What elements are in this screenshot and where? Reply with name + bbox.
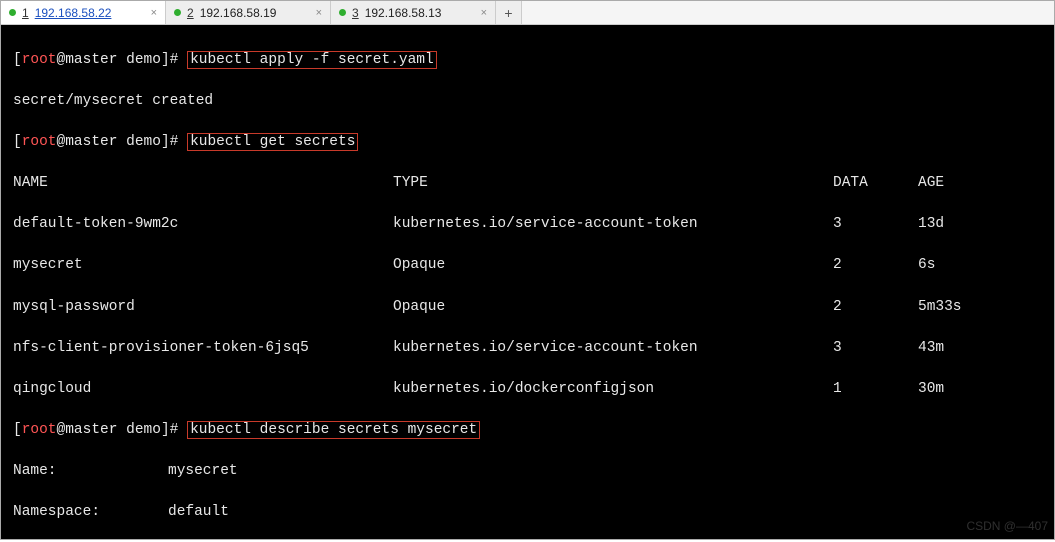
prompt-host: master: [65, 52, 117, 68]
close-icon[interactable]: ×: [316, 7, 322, 19]
prompt-at: @: [57, 52, 66, 68]
describe-name: Name:mysecret: [13, 461, 1048, 482]
tab-3[interactable]: 3 192.168.58.13 ×: [331, 1, 496, 24]
close-icon[interactable]: ×: [481, 7, 487, 19]
close-icon[interactable]: ×: [151, 7, 157, 19]
tab-label: 192.168.58.13: [365, 6, 442, 20]
status-dot-icon: [174, 9, 181, 16]
prompt-user: root: [22, 52, 57, 68]
terminal-body[interactable]: [root@master demo]# kubectl apply -f sec…: [1, 25, 1054, 539]
tab-label: 192.168.58.22: [35, 6, 112, 20]
cmd-describe: kubectl describe secrets mysecret: [187, 421, 480, 439]
table-row: qingcloudkubernetes.io/dockerconfigjson1…: [13, 379, 1048, 400]
terminal-window: 1 192.168.58.22 × 2 192.168.58.19 × 3 19…: [0, 0, 1055, 540]
prompt-open: [: [13, 52, 22, 68]
tab-label: 192.168.58.19: [200, 6, 277, 20]
table-header: NAMETYPEDATAAGE: [13, 173, 1048, 194]
prompt-close: ]: [161, 52, 170, 68]
table-row: mysecretOpaque26s: [13, 255, 1048, 276]
prompt-hash: #: [170, 52, 179, 68]
table-row: nfs-client-provisioner-token-6jsq5kubern…: [13, 338, 1048, 359]
tab-1[interactable]: 1 192.168.58.22 ×: [1, 1, 166, 24]
watermark-text: CSDN @—407: [966, 518, 1048, 535]
tab-num: 3: [352, 6, 359, 20]
tab-num: 1: [22, 6, 29, 20]
tab-num: 2: [187, 6, 194, 20]
describe-namespace: Namespace:default: [13, 502, 1048, 523]
tab-2[interactable]: 2 192.168.58.19 ×: [166, 1, 331, 24]
prompt-dir: demo: [126, 52, 161, 68]
plus-icon: +: [504, 5, 512, 21]
tab-bar: 1 192.168.58.22 × 2 192.168.58.19 × 3 19…: [1, 1, 1054, 25]
output-apply: secret/mysecret created: [13, 91, 1048, 112]
status-dot-icon: [339, 9, 346, 16]
add-tab-button[interactable]: +: [496, 1, 522, 24]
cmd-get: kubectl get secrets: [187, 133, 358, 151]
cmd-apply: kubectl apply -f secret.yaml: [187, 51, 437, 69]
table-row: mysql-passwordOpaque25m33s: [13, 297, 1048, 318]
table-row: default-token-9wm2ckubernetes.io/service…: [13, 214, 1048, 235]
status-dot-icon: [9, 9, 16, 16]
